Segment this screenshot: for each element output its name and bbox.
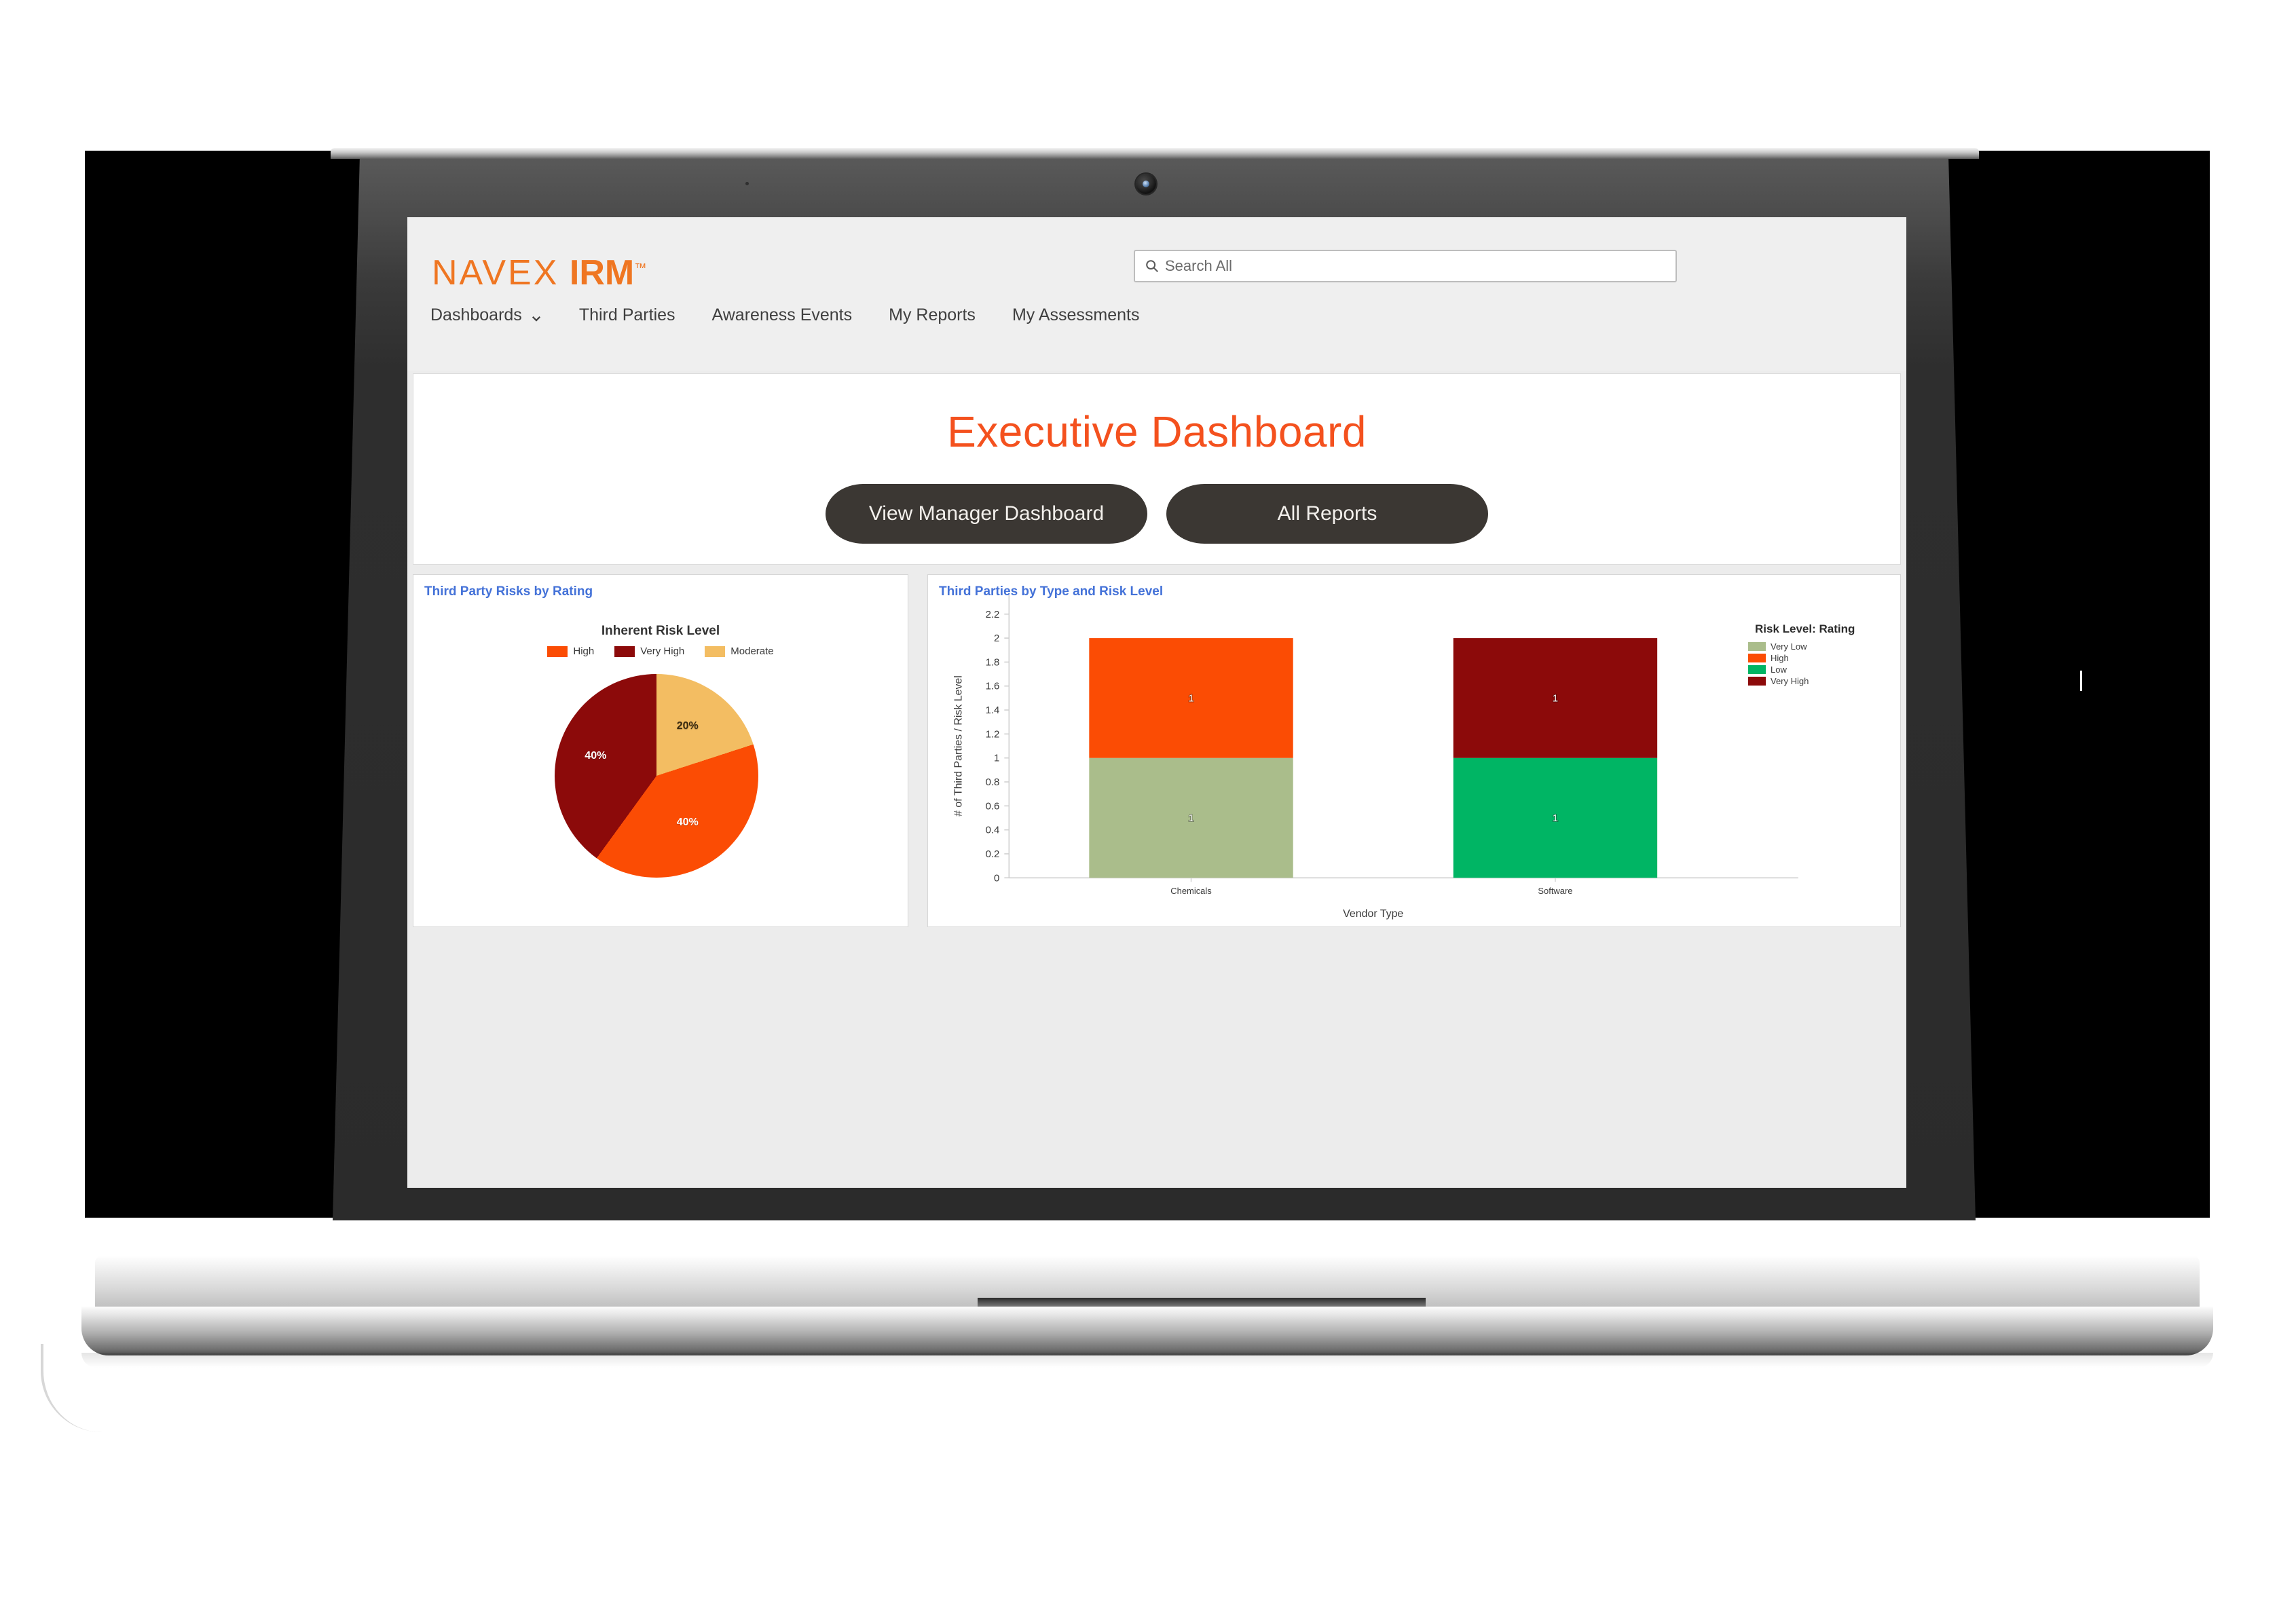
nav-item-label: Third Parties: [578, 305, 675, 324]
dashboard-title-card: Executive Dashboard View Manager Dashboa…: [413, 373, 1901, 565]
laptop-screen: NAVEX IRM™ Search All Dashboards Third P…: [407, 217, 1906, 1188]
pie-legend: High Very High Moderate: [413, 645, 908, 657]
laptop-mockup: NAVEX IRM™ Search All Dashboards Third P…: [0, 0, 2296, 1610]
legend-label-high: High: [573, 645, 595, 657]
nav-item-label: Awareness Events: [711, 305, 853, 324]
y-axis-tick-label: 0: [994, 872, 999, 884]
nav-item-label: My Assessments: [1012, 305, 1140, 324]
nav-item-third-parties[interactable]: Third Parties: [579, 305, 695, 325]
bar-value-label: 1: [1188, 812, 1193, 824]
panel-third-parties-by-type-and-risk: Third Parties by Type and Risk Level Ris…: [927, 574, 1901, 927]
y-axis-tick-label: 1.4: [986, 705, 1000, 716]
legend-label-moderate: Moderate: [730, 645, 774, 657]
search-placeholder: Search All: [1165, 257, 1233, 274]
brand-irm: IRM: [569, 253, 635, 293]
laptop-base-foot: [41, 1344, 122, 1432]
app-header: NAVEX IRM™ Search All Dashboards Third P…: [407, 217, 1906, 371]
pie-disc[interactable]: [555, 674, 758, 878]
pie-chart: 20% 40% 40%: [555, 674, 758, 878]
search-input[interactable]: Search All: [1134, 250, 1677, 282]
brand-trademark: ™: [634, 261, 648, 275]
page-title: Executive Dashboard: [947, 407, 1367, 456]
nav-item-my-assessments[interactable]: My Assessments: [1012, 305, 1159, 325]
pie-label-moderate: 20%: [676, 719, 699, 732]
search-icon: [1145, 259, 1160, 274]
view-manager-dashboard-button[interactable]: View Manager Dashboard: [826, 484, 1147, 544]
y-axis-tick-label: 1.6: [986, 681, 1000, 692]
laptop-base-front: [81, 1307, 2213, 1355]
stacked-bar-chart[interactable]: 0 0.2 0.4 0.6 0.8 1 1.2 1.4 1.6 1.8 2 2.2 # of Third…: [928, 575, 1900, 926]
legend-item-high[interactable]: High: [547, 645, 594, 657]
x-axis-category-label: Chemicals: [1170, 886, 1211, 896]
navex-irm-logo: NAVEX IRM™: [432, 252, 647, 293]
webcam-lens-icon: [1143, 181, 1149, 187]
bar-value-label: 1: [1553, 692, 1558, 704]
y-axis-tick-label: 0.2: [986, 848, 1000, 860]
pie-label-high: 40%: [676, 817, 699, 829]
y-axis-tick-label: 0.8: [986, 776, 1000, 788]
legend-swatch-very-high: [614, 645, 635, 657]
y-axis-tick-label: 2: [994, 633, 999, 644]
bar-value-label: 1: [1553, 812, 1558, 824]
charts-row: Third Party Risks by Rating Inherent Ris…: [413, 574, 1901, 927]
y-axis-tick-label: 0.4: [986, 825, 1000, 836]
laptop-base-shadow: [81, 1353, 2213, 1368]
legend-label-very-high: Very High: [640, 645, 685, 657]
nav-item-awareness-events[interactable]: Awareness Events: [712, 305, 872, 325]
legend-item-very-high[interactable]: Very High: [614, 645, 684, 657]
chevron-down-icon: [530, 310, 542, 322]
pie-label-very-high: 40%: [585, 749, 607, 762]
all-reports-button[interactable]: All Reports: [1166, 484, 1488, 544]
panel-third-party-risks-by-rating: Third Party Risks by Rating Inherent Ris…: [413, 574, 908, 927]
y-axis-tick-label: 2.2: [986, 609, 1000, 620]
laptop-lid-rim: [331, 148, 1979, 159]
brand-navex: NAVEX: [432, 253, 559, 293]
bar-value-label: 1: [1188, 692, 1193, 704]
nav-item-my-reports[interactable]: My Reports: [889, 305, 995, 325]
page-footer: [407, 937, 1906, 1188]
x-axis-category-label: Software: [1538, 886, 1572, 896]
nav-item-label: My Reports: [889, 305, 976, 324]
y-axis-tick-label: 1: [994, 753, 999, 764]
y-axis-tick-label: 1.8: [986, 656, 1000, 668]
y-axis-tick-label: 1.2: [986, 728, 1000, 740]
y-axis-title: # of Third Parties / Risk Level: [953, 675, 965, 817]
nav-item-dashboards[interactable]: Dashboards: [430, 305, 561, 325]
dashboard-actions: View Manager Dashboard All Reports: [413, 484, 1900, 544]
legend-swatch-moderate: [705, 645, 726, 657]
pie-legend-title: Inherent Risk Level: [601, 624, 720, 638]
legend-swatch-high: [547, 645, 568, 657]
nav-item-label: Dashboards: [430, 305, 522, 324]
main-nav: Dashboards Third Parties Awareness Event…: [430, 305, 1177, 325]
panel-title-left: Third Party Risks by Rating: [424, 584, 593, 599]
y-axis-tick-label: 0.6: [986, 800, 1000, 812]
legend-item-moderate[interactable]: Moderate: [705, 645, 774, 657]
x-axis-title: Vendor Type: [1343, 908, 1403, 920]
bezel-artifact: [2080, 671, 2082, 691]
bezel-indicator-dot: [745, 182, 749, 185]
